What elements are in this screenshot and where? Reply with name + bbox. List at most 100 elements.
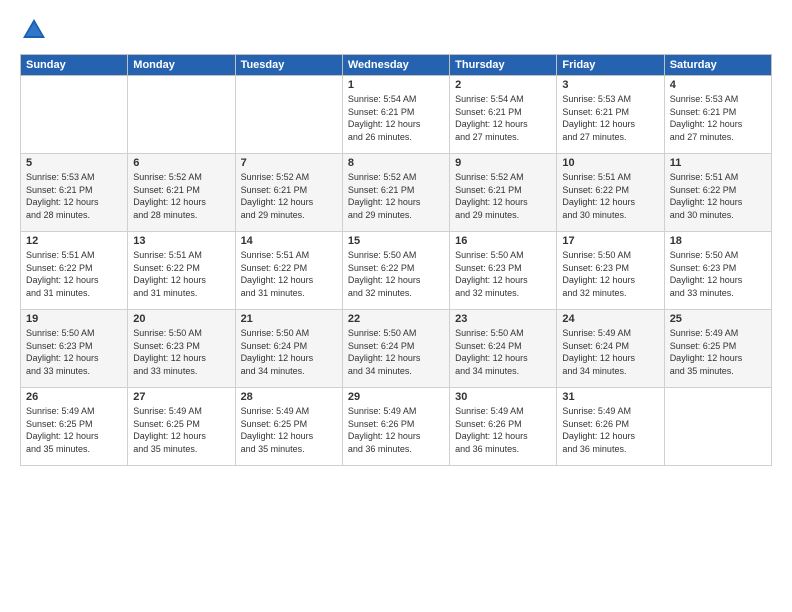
calendar-cell	[21, 76, 128, 154]
calendar-cell: 1 Sunrise: 5:54 AM Sunset: 6:21 PM Daylig…	[342, 76, 449, 154]
calendar-cell: 19 Sunrise: 5:50 AM Sunset: 6:23 PM Dayli…	[21, 310, 128, 388]
calendar-cell: 10Sunrise: 5:51 AM Sunset: 6:22 PM Dayli…	[557, 154, 664, 232]
day-number: 16	[455, 235, 551, 247]
calendar-cell	[664, 388, 771, 466]
day-number: 3	[562, 79, 658, 91]
day-info: Sunrise: 5:50 AM Sunset: 6:23 PM Dayligh…	[562, 249, 658, 299]
calendar-cell: 29 Sunrise: 5:49 AM Sunset: 6:26 PM Dayli…	[342, 388, 449, 466]
col-header-friday: Friday	[557, 55, 664, 76]
calendar-cell: 9 Sunrise: 5:52 AM Sunset: 6:21 PM Daylig…	[450, 154, 557, 232]
calendar-cell: 17 Sunrise: 5:50 AM Sunset: 6:23 PM Dayli…	[557, 232, 664, 310]
calendar-cell: 16 Sunrise: 5:50 AM Sunset: 6:23 PM Dayli…	[450, 232, 557, 310]
calendar-cell: 7Sunrise: 5:52 AM Sunset: 6:21 PM Daylig…	[235, 154, 342, 232]
calendar-cell: 11Sunrise: 5:51 AM Sunset: 6:22 PM Dayli…	[664, 154, 771, 232]
calendar-cell	[235, 76, 342, 154]
day-number: 27	[133, 391, 229, 403]
day-number: 28	[241, 391, 337, 403]
header	[20, 16, 772, 44]
calendar-cell: 21 Sunrise: 5:50 AM Sunset: 6:24 PM Dayli…	[235, 310, 342, 388]
calendar-cell: 25Sunrise: 5:49 AM Sunset: 6:25 PM Dayli…	[664, 310, 771, 388]
day-info: Sunrise: 5:51 AM Sunset: 6:22 PM Dayligh…	[241, 249, 337, 299]
week-row-2: 5 Sunrise: 5:53 AM Sunset: 6:21 PM Daylig…	[21, 154, 772, 232]
day-number: 26	[26, 391, 122, 403]
calendar-cell: 20 Sunrise: 5:50 AM Sunset: 6:23 PM Dayli…	[128, 310, 235, 388]
day-number: 30	[455, 391, 551, 403]
day-number: 20	[133, 313, 229, 325]
day-info: Sunrise: 5:49 AM Sunset: 6:26 PM Dayligh…	[348, 405, 444, 455]
day-number: 7	[241, 157, 337, 169]
day-number: 23	[455, 313, 551, 325]
day-info: Sunrise: 5:51 AM Sunset: 6:22 PM Dayligh…	[133, 249, 229, 299]
calendar-cell: 5 Sunrise: 5:53 AM Sunset: 6:21 PM Daylig…	[21, 154, 128, 232]
day-number: 17	[562, 235, 658, 247]
day-info: Sunrise: 5:54 AM Sunset: 6:21 PM Dayligh…	[455, 93, 551, 143]
day-number: 22	[348, 313, 444, 325]
calendar-cell	[128, 76, 235, 154]
day-number: 6	[133, 157, 229, 169]
day-info: Sunrise: 5:52 AM Sunset: 6:21 PM Dayligh…	[455, 171, 551, 221]
calendar-cell: 23 Sunrise: 5:50 AM Sunset: 6:24 PM Dayli…	[450, 310, 557, 388]
day-number: 14	[241, 235, 337, 247]
week-row-1: 1 Sunrise: 5:54 AM Sunset: 6:21 PM Daylig…	[21, 76, 772, 154]
day-number: 15	[348, 235, 444, 247]
col-header-tuesday: Tuesday	[235, 55, 342, 76]
calendar-cell: 27Sunrise: 5:49 AM Sunset: 6:25 PM Dayli…	[128, 388, 235, 466]
day-info: Sunrise: 5:49 AM Sunset: 6:26 PM Dayligh…	[455, 405, 551, 455]
week-row-3: 12 Sunrise: 5:51 AM Sunset: 6:22 PM Dayli…	[21, 232, 772, 310]
col-header-thursday: Thursday	[450, 55, 557, 76]
day-number: 9	[455, 157, 551, 169]
day-info: Sunrise: 5:50 AM Sunset: 6:24 PM Dayligh…	[241, 327, 337, 377]
day-number: 12	[26, 235, 122, 247]
day-info: Sunrise: 5:53 AM Sunset: 6:21 PM Dayligh…	[26, 171, 122, 221]
calendar-table: SundayMondayTuesdayWednesdayThursdayFrid…	[20, 54, 772, 466]
col-header-wednesday: Wednesday	[342, 55, 449, 76]
day-info: Sunrise: 5:52 AM Sunset: 6:21 PM Dayligh…	[348, 171, 444, 221]
day-info: Sunrise: 5:51 AM Sunset: 6:22 PM Dayligh…	[26, 249, 122, 299]
day-info: Sunrise: 5:52 AM Sunset: 6:21 PM Dayligh…	[133, 171, 229, 221]
day-info: Sunrise: 5:50 AM Sunset: 6:24 PM Dayligh…	[348, 327, 444, 377]
day-number: 8	[348, 157, 444, 169]
day-number: 4	[670, 79, 766, 91]
calendar-cell: 28Sunrise: 5:49 AM Sunset: 6:25 PM Dayli…	[235, 388, 342, 466]
calendar-cell: 3Sunrise: 5:53 AM Sunset: 6:21 PM Daylig…	[557, 76, 664, 154]
day-info: Sunrise: 5:49 AM Sunset: 6:25 PM Dayligh…	[26, 405, 122, 455]
calendar-cell: 6 Sunrise: 5:52 AM Sunset: 6:21 PM Daylig…	[128, 154, 235, 232]
day-info: Sunrise: 5:49 AM Sunset: 6:26 PM Dayligh…	[562, 405, 658, 455]
page: SundayMondayTuesdayWednesdayThursdayFrid…	[0, 0, 792, 612]
calendar-cell: 26 Sunrise: 5:49 AM Sunset: 6:25 PM Dayli…	[21, 388, 128, 466]
day-number: 13	[133, 235, 229, 247]
calendar-cell: 2Sunrise: 5:54 AM Sunset: 6:21 PM Daylig…	[450, 76, 557, 154]
logo-icon	[20, 16, 48, 44]
calendar-cell: 8 Sunrise: 5:52 AM Sunset: 6:21 PM Daylig…	[342, 154, 449, 232]
calendar-cell: 14 Sunrise: 5:51 AM Sunset: 6:22 PM Dayli…	[235, 232, 342, 310]
day-info: Sunrise: 5:50 AM Sunset: 6:24 PM Dayligh…	[455, 327, 551, 377]
col-header-sunday: Sunday	[21, 55, 128, 76]
day-info: Sunrise: 5:54 AM Sunset: 6:21 PM Dayligh…	[348, 93, 444, 143]
logo	[20, 16, 52, 44]
week-row-5: 26 Sunrise: 5:49 AM Sunset: 6:25 PM Dayli…	[21, 388, 772, 466]
day-number: 21	[241, 313, 337, 325]
calendar-cell: 15Sunrise: 5:50 AM Sunset: 6:22 PM Dayli…	[342, 232, 449, 310]
day-info: Sunrise: 5:50 AM Sunset: 6:23 PM Dayligh…	[133, 327, 229, 377]
day-number: 1	[348, 79, 444, 91]
calendar-cell: 4Sunrise: 5:53 AM Sunset: 6:21 PM Daylig…	[664, 76, 771, 154]
calendar-cell: 18 Sunrise: 5:50 AM Sunset: 6:23 PM Dayli…	[664, 232, 771, 310]
calendar-cell: 13 Sunrise: 5:51 AM Sunset: 6:22 PM Dayli…	[128, 232, 235, 310]
day-number: 11	[670, 157, 766, 169]
day-info: Sunrise: 5:50 AM Sunset: 6:23 PM Dayligh…	[670, 249, 766, 299]
day-info: Sunrise: 5:50 AM Sunset: 6:23 PM Dayligh…	[26, 327, 122, 377]
day-number: 18	[670, 235, 766, 247]
week-row-4: 19 Sunrise: 5:50 AM Sunset: 6:23 PM Dayli…	[21, 310, 772, 388]
day-number: 24	[562, 313, 658, 325]
calendar-cell: 24Sunrise: 5:49 AM Sunset: 6:24 PM Dayli…	[557, 310, 664, 388]
col-header-saturday: Saturday	[664, 55, 771, 76]
day-number: 5	[26, 157, 122, 169]
day-number: 29	[348, 391, 444, 403]
day-info: Sunrise: 5:51 AM Sunset: 6:22 PM Dayligh…	[562, 171, 658, 221]
calendar-cell: 22 Sunrise: 5:50 AM Sunset: 6:24 PM Dayli…	[342, 310, 449, 388]
day-number: 19	[26, 313, 122, 325]
day-info: Sunrise: 5:50 AM Sunset: 6:23 PM Dayligh…	[455, 249, 551, 299]
calendar-cell: 31Sunrise: 5:49 AM Sunset: 6:26 PM Dayli…	[557, 388, 664, 466]
calendar-cell: 30 Sunrise: 5:49 AM Sunset: 6:26 PM Dayli…	[450, 388, 557, 466]
calendar-header-row: SundayMondayTuesdayWednesdayThursdayFrid…	[21, 55, 772, 76]
